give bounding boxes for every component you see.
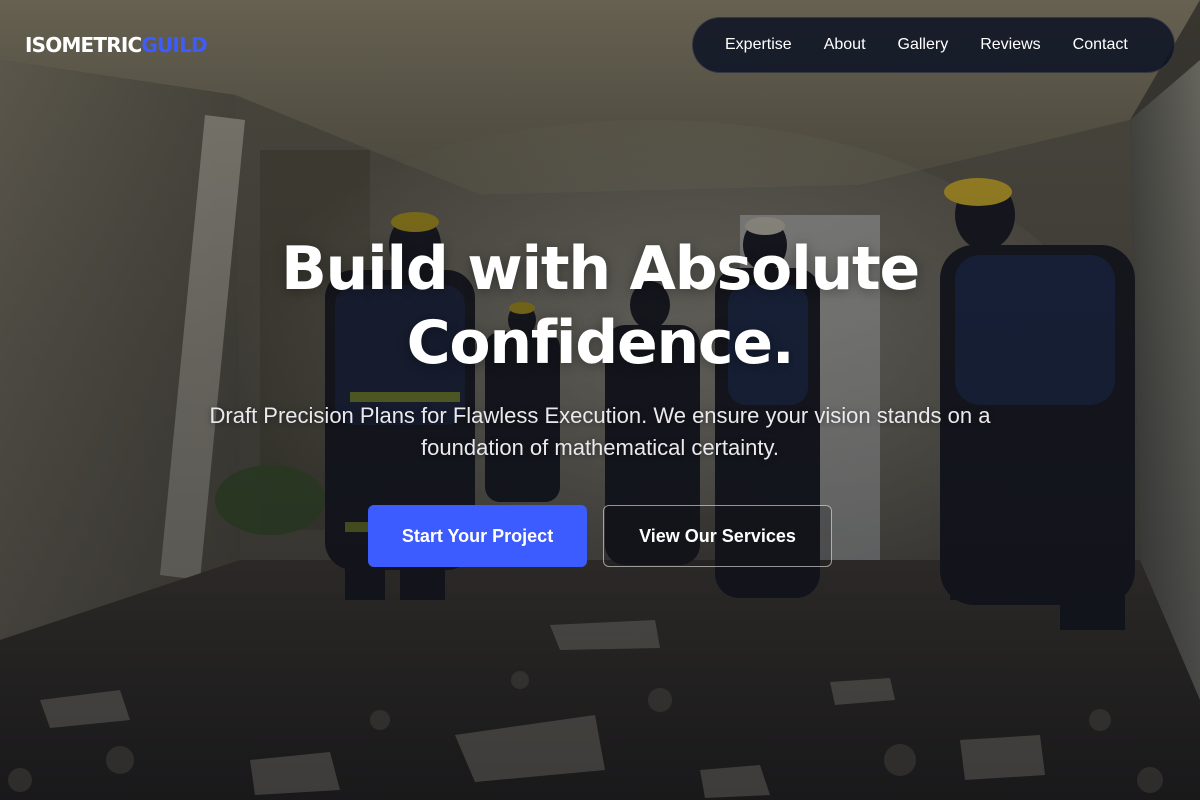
nav-link-about[interactable]: About — [808, 28, 882, 62]
nav-link-contact[interactable]: Contact — [1057, 28, 1144, 62]
hero-section: ISOMETRICGUILD Expertise About Gallery R… — [0, 0, 1200, 800]
brand-logo[interactable]: ISOMETRICGUILD — [25, 33, 208, 57]
logo-text-accent: GUILD — [141, 33, 207, 57]
view-services-button[interactable]: View Our Services — [603, 505, 832, 567]
logo-text-primary: ISOMETRIC — [25, 33, 142, 57]
hero-headline-line2: Confidence. — [406, 308, 795, 378]
hero-subtitle: Draft Precision Plans for Flawless Execu… — [209, 403, 991, 460]
start-project-button[interactable]: Start Your Project — [368, 505, 587, 567]
nav-link-gallery[interactable]: Gallery — [882, 28, 965, 62]
nav-link-reviews[interactable]: Reviews — [964, 28, 1056, 62]
hero-headline-line1: Build with Absolute — [281, 234, 920, 304]
main-navigation: Expertise About Gallery Reviews Contact — [692, 17, 1175, 73]
nav-link-expertise[interactable]: Expertise — [709, 28, 808, 62]
hero-headline: Build with Absolute Confidence. — [0, 232, 1200, 380]
